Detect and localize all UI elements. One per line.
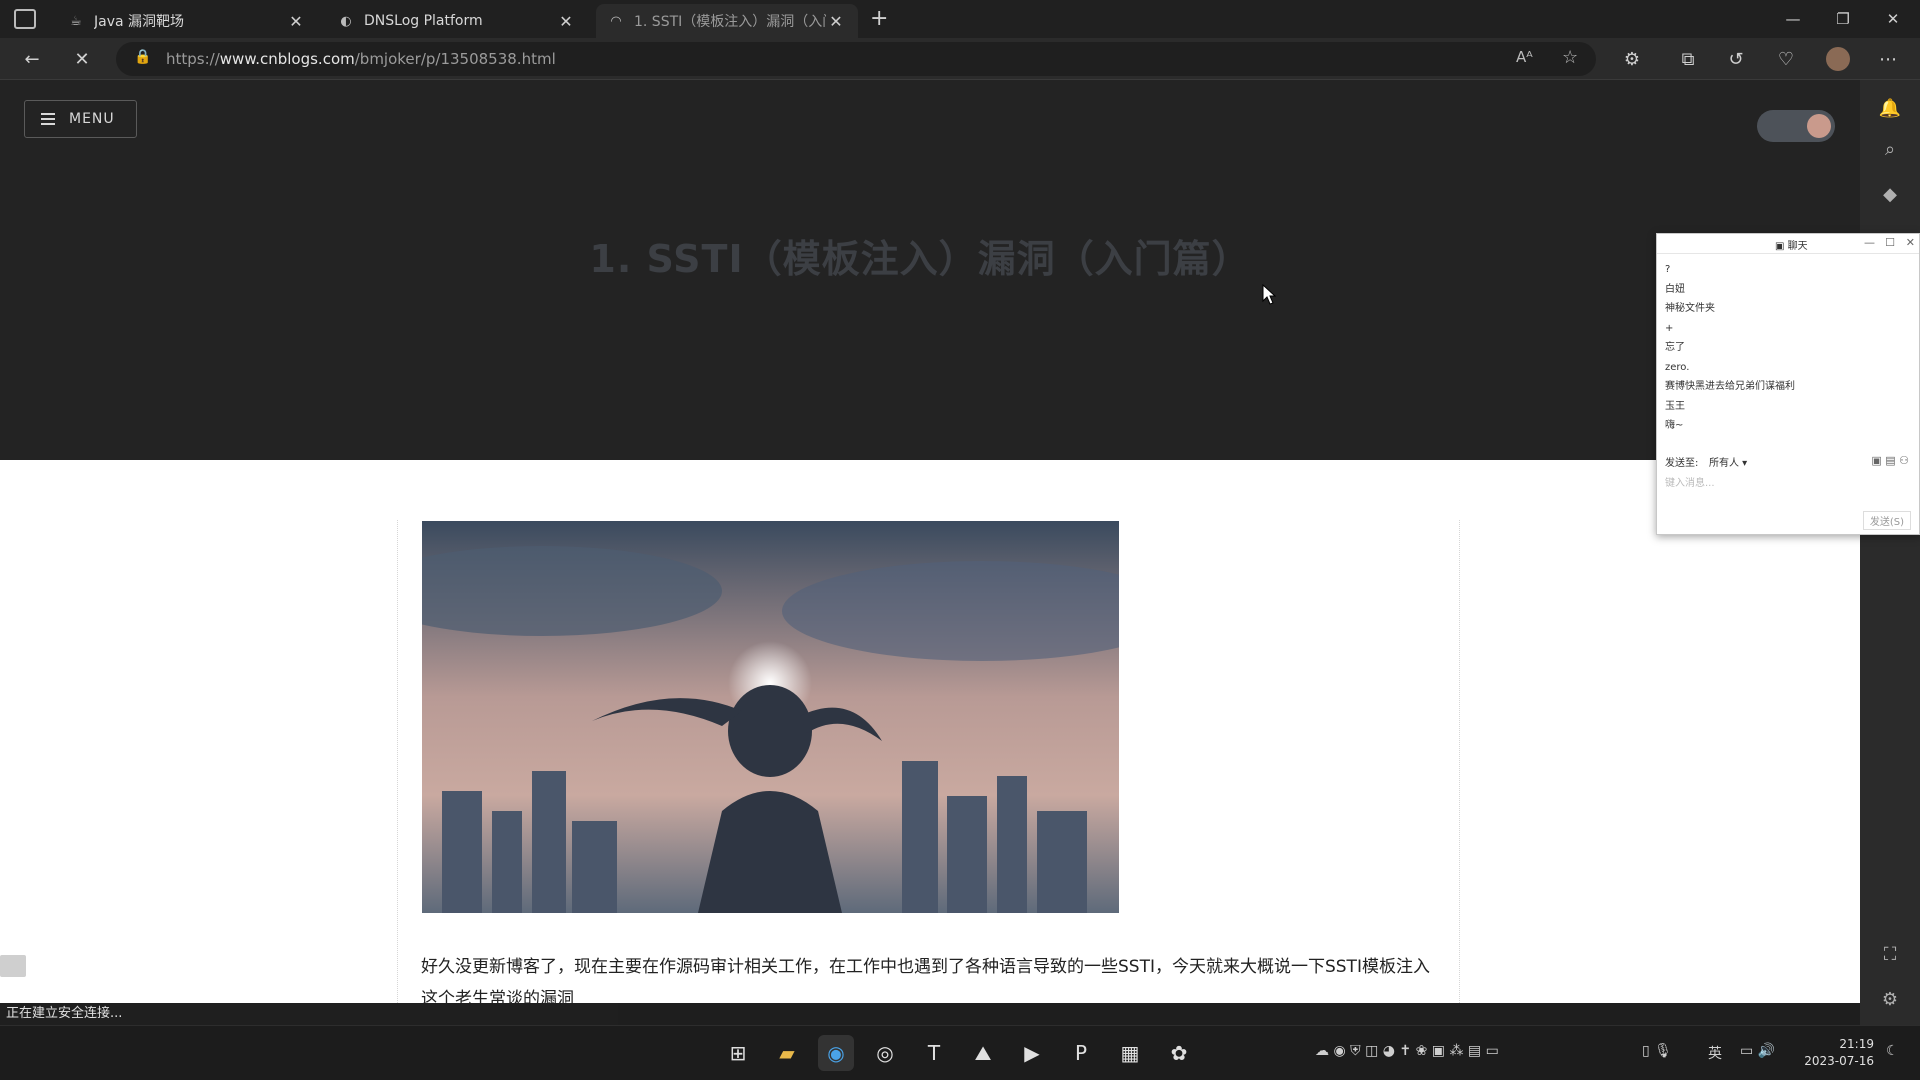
chat-input[interactable]: 键入消息... (1665, 474, 1715, 489)
edge-browser-icon[interactable]: ◉ (818, 1035, 854, 1071)
address-bar[interactable]: 🔒 https://www.cnblogs.com/bmjoker/p/1350… (116, 42, 1596, 76)
typora-icon[interactable]: T (916, 1035, 952, 1071)
status-bar: 正在建立安全连接... (0, 1003, 618, 1025)
bell-icon[interactable]: 🔔 (1876, 94, 1904, 122)
close-tab-icon[interactable]: ✕ (826, 12, 846, 31)
clock[interactable]: 21:19 2023-07-16 (1804, 1036, 1874, 1070)
settings-gear-icon[interactable]: ⚙ (1876, 985, 1904, 1013)
tray-sys-icons[interactable]: ▯ 🎙 (1642, 1043, 1672, 1059)
java-favicon-icon: ☕ (70, 13, 82, 29)
chat-message: 嗨~ (1665, 420, 1684, 431)
chat-window[interactable]: ▣ 聊天 — ☐ ✕ ? 白妞 神秘文件夹 + 忘了 zero. 赛博快黑进去给… (1656, 233, 1920, 535)
post-title: 1. SSTI（模板注入）漏洞（入门篇） (589, 237, 1251, 281)
browser-essentials-icon[interactable]: ♡ (1770, 44, 1802, 74)
chat-message: + (1665, 322, 1674, 334)
taskbar: ⊞ ▰ ◉ ◎ T ⛰ ▶ P ▦ ✿ ☁ ◉ ⛨ ◫ ◕ ✝ ❀ ▣ ⁂ ▤ … (0, 1025, 1920, 1080)
chrome-icon[interactable]: ◎ (867, 1035, 903, 1071)
chat-close-icon[interactable]: ✕ (1906, 236, 1915, 249)
stop-loading-icon[interactable]: ✕ (66, 44, 98, 74)
tab-dnslog[interactable]: ◐ DNSLog Platform ✕ (326, 4, 588, 38)
close-window-icon[interactable]: ✕ (1870, 0, 1916, 38)
screenshot-icon[interactable]: ⛶ (1876, 940, 1904, 968)
url-text[interactable]: https://www.cnblogs.com/bmjoker/p/135085… (166, 50, 556, 68)
extensions-icon[interactable]: ⚙ (1616, 44, 1648, 74)
search-icon[interactable]: ⌕ (1876, 135, 1904, 163)
tab-actions-icon[interactable] (14, 9, 36, 29)
file-explorer-icon[interactable]: ▰ (769, 1035, 805, 1071)
tab-title: DNSLog Platform (364, 13, 483, 29)
close-tab-icon[interactable]: ✕ (556, 12, 576, 31)
clock-time: 21:19 (1839, 1037, 1874, 1051)
pycharm-icon[interactable]: P (1063, 1035, 1099, 1071)
restore-icon[interactable]: ❐ (1820, 0, 1866, 38)
chat-minimize-icon[interactable]: — (1864, 236, 1875, 249)
history-icon[interactable]: ↺ (1720, 44, 1752, 74)
send-to-label: 发送至: (1665, 458, 1699, 469)
tab-title: Java 漏洞靶场 (94, 14, 185, 30)
meeting-app-icon[interactable]: ⛰ (965, 1035, 1001, 1071)
start-icon[interactable]: ⊞ (720, 1035, 756, 1071)
back-arrow-icon[interactable]: ← (16, 44, 48, 74)
toggle-knob (1807, 114, 1831, 138)
chat-message: ? (1665, 264, 1671, 275)
collections-icon[interactable]: ⧉ (1672, 44, 1704, 74)
tray-icons[interactable]: ☁ ◉ ⛨ ◫ ◕ ✝ ❀ ▣ ⁂ ▤ ▭ (1315, 1043, 1499, 1059)
tab-strip: ☕ Java 漏洞靶场 ✕ ◐ DNSLog Platform ✕ ◠ 1. S… (0, 0, 1920, 38)
notification-icon[interactable]: ☾ (1886, 1043, 1899, 1059)
chat-tools-icon[interactable]: ▣ ▤ ⚇ (1871, 454, 1909, 467)
minimize-icon[interactable]: — (1770, 0, 1816, 38)
tab-ssti[interactable]: ◠ 1. SSTI（模板注入）漏洞（入门 ✕ (596, 4, 858, 38)
chat-message: 赛博快黑进去给兄弟们谋福利 (1665, 381, 1795, 392)
read-aloud-icon[interactable]: Aᴬ (1516, 48, 1533, 66)
recipient-dropdown[interactable]: 所有人 ▾ (1709, 454, 1747, 469)
network-volume-icons[interactable]: ▭ 🔊 (1740, 1043, 1775, 1059)
qr-code-icon[interactable] (0, 955, 26, 977)
theme-toggle[interactable] (1757, 110, 1835, 142)
hero-image (422, 521, 1119, 913)
tab-title: 1. SSTI（模板注入）漏洞（入门 (634, 14, 826, 30)
profile-avatar[interactable] (1822, 44, 1854, 74)
menu-label: MENU (69, 111, 115, 127)
favorite-star-icon[interactable]: ☆ (1562, 47, 1578, 68)
chat-message: zero. (1665, 361, 1690, 373)
chat-maximize-icon[interactable]: ☐ (1885, 236, 1895, 249)
chat-message: 神秘文件夹 (1665, 303, 1715, 314)
chat-message: 白妞 (1665, 283, 1685, 295)
chat-message: 玉王 (1665, 400, 1685, 412)
terminal-icon[interactable]: ▶ (1014, 1035, 1050, 1071)
clock-date: 2023-07-16 (1804, 1054, 1874, 1068)
tag-icon[interactable]: ◆ (1876, 180, 1904, 208)
close-tab-icon[interactable]: ✕ (286, 12, 306, 31)
new-tab-button[interactable]: + (870, 6, 888, 31)
send-button[interactable]: 发送(S) (1862, 511, 1911, 530)
chat-message: 忘了 (1665, 342, 1685, 353)
address-toolbar: ← ✕ 🔒 https://www.cnblogs.com/bmjoker/p/… (0, 38, 1920, 80)
hamburger-icon (41, 110, 55, 128)
chat-header: ▣ 聊天 — ☐ ✕ (1657, 234, 1919, 254)
dnslog-favicon-icon: ◐ (340, 13, 352, 29)
wechat-icon[interactable]: ✿ (1161, 1035, 1197, 1071)
mouse-cursor-icon (1262, 284, 1277, 305)
more-menu-icon[interactable]: ⋯ (1872, 44, 1904, 74)
chat-title: ▣ 聊天 (1775, 241, 1808, 252)
chat-message-list: ? 白妞 神秘文件夹 + 忘了 zero. 赛博快黑进去给兄弟们谋福利 玉王 嗨… (1657, 254, 1919, 436)
lock-icon[interactable]: 🔒 (134, 49, 151, 65)
edge-sidebar: 🔔 ⌕ ◆ ⛶ ⚙ (1860, 80, 1920, 1025)
tab-java[interactable]: ☕ Java 漏洞靶场 ✕ (56, 4, 318, 38)
menu-button[interactable]: MENU (24, 100, 137, 138)
loading-spinner-icon: ◠ (610, 13, 622, 29)
ide-icon[interactable]: ▦ (1112, 1035, 1148, 1071)
ime-indicator[interactable]: 英 (1708, 1043, 1722, 1063)
